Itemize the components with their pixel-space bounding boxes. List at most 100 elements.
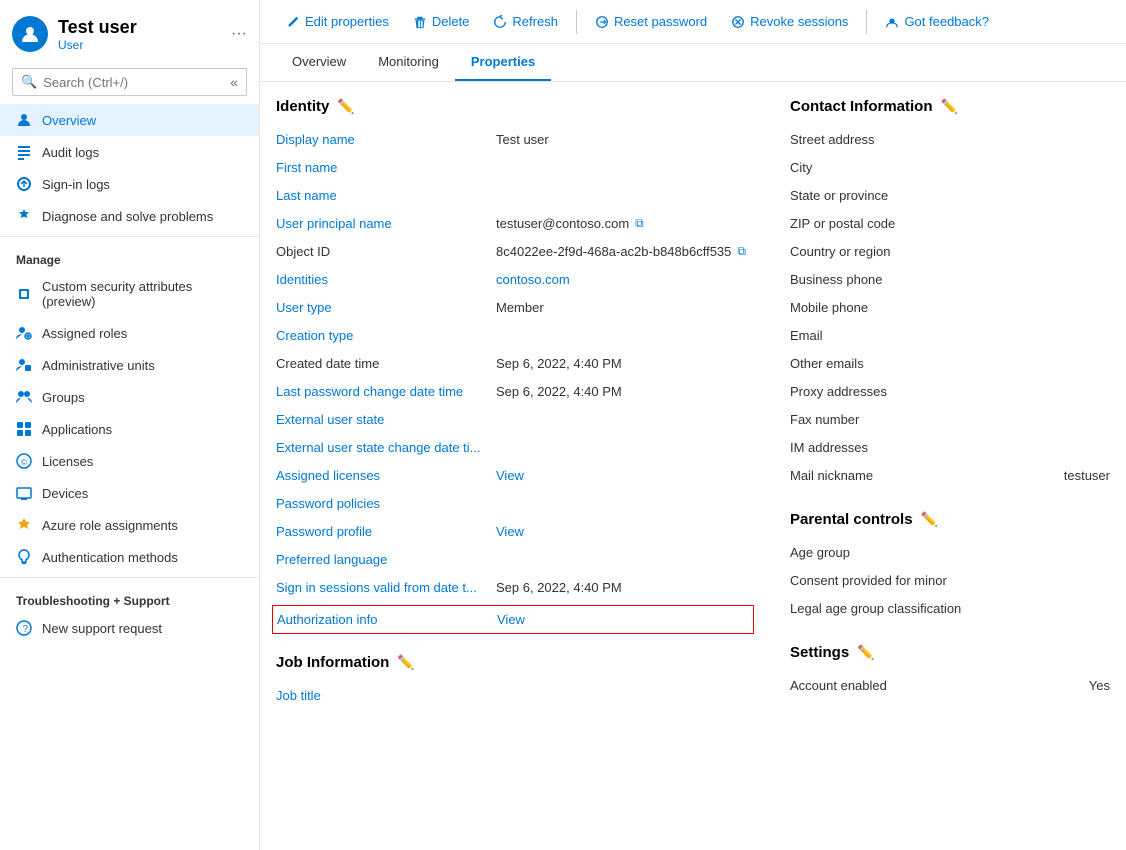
prop-value-user-type: Member [496, 300, 750, 315]
prop-preferred-lang: Preferred language [276, 547, 750, 575]
revoke-sessions-button[interactable]: Revoke sessions [721, 8, 858, 35]
tab-overview[interactable]: Overview [276, 44, 362, 81]
overview-icon [16, 112, 32, 128]
manage-section-label: Manage [0, 241, 259, 271]
prop-identities: Identities contoso.com [276, 267, 750, 295]
prop-pwd-policies: Password policies [276, 491, 750, 519]
sidebar-item-assigned-roles[interactable]: Assigned roles [0, 317, 259, 349]
parental-label-legal-age: Legal age group classification [790, 601, 1110, 616]
sidebar-item-audit-logs[interactable]: Audit logs [0, 136, 259, 168]
prop-value-identities: contoso.com [496, 272, 750, 287]
tab-monitoring[interactable]: Monitoring [362, 44, 455, 81]
avatar [12, 16, 48, 52]
copy-object-id-icon[interactable]: ⧉ [737, 244, 746, 259]
custom-security-icon [16, 286, 32, 302]
prop-label-job-title: Job title [276, 688, 496, 703]
reset-password-icon [595, 15, 609, 29]
sidebar-item-admin-units-label: Administrative units [42, 358, 155, 373]
prop-value-created-date: Sep 6, 2022, 4:40 PM [496, 356, 750, 371]
copy-upn-icon[interactable]: ⧉ [635, 216, 644, 231]
sidebar-item-licenses[interactable]: © Licenses [0, 445, 259, 477]
contact-street: Street address [790, 127, 1110, 155]
parental-controls-edit-icon[interactable]: ✏️ [921, 511, 938, 528]
prop-creation-type: Creation type [276, 323, 750, 351]
contact-label-biz-phone: Business phone [790, 272, 1110, 287]
pwd-profile-link[interactable]: View [496, 524, 524, 539]
contact-properties: Street address City State or province ZI… [790, 127, 1110, 491]
toolbar-separator-2 [866, 10, 867, 34]
sidebar-item-azure-role[interactable]: Azure role assignments [0, 509, 259, 541]
tab-properties[interactable]: Properties [455, 44, 551, 81]
job-info-edit-icon[interactable]: ✏️ [397, 654, 414, 671]
feedback-button[interactable]: Got feedback? [875, 8, 999, 35]
sidebar-item-admin-units[interactable]: Administrative units [0, 349, 259, 381]
contact-mail-nickname: Mail nickname testuser [790, 463, 1110, 491]
assigned-roles-icon [16, 325, 32, 341]
delete-button[interactable]: Delete [403, 8, 480, 35]
sidebar-item-auth-methods[interactable]: Authentication methods [0, 541, 259, 573]
sidebar-item-sign-in-logs[interactable]: Sign-in logs [0, 168, 259, 200]
contact-mobile: Mobile phone [790, 295, 1110, 323]
sidebar-item-groups-label: Groups [42, 390, 85, 405]
sidebar-item-custom-security[interactable]: Custom security attributes (preview) [0, 271, 259, 317]
authorization-info-link[interactable]: View [497, 612, 525, 627]
contact-edit-icon[interactable]: ✏️ [941, 98, 958, 115]
feedback-icon [885, 15, 899, 29]
identity-properties: Display name Test user First name Last n… [276, 127, 750, 634]
identities-link[interactable]: contoso.com [496, 272, 570, 287]
prop-value-assigned-licenses: View [496, 468, 750, 483]
toolbar: Edit properties Delete Refresh Reset pas… [260, 0, 1126, 44]
sidebar-item-devices[interactable]: Devices [0, 477, 259, 509]
prop-label-creation-type: Creation type [276, 328, 496, 343]
contact-label-mobile: Mobile phone [790, 300, 1110, 315]
edit-properties-button[interactable]: Edit properties [276, 8, 399, 35]
prop-label-created-date: Created date time [276, 356, 496, 371]
prop-label-assigned-licenses: Assigned licenses [276, 468, 496, 483]
sidebar-item-applications[interactable]: Applications [0, 413, 259, 445]
settings-account-enabled: Account enabled Yes [790, 673, 1110, 701]
content-area: Identity ✏️ Display name Test user First… [260, 82, 1126, 850]
prop-authorization-info: Authorization info View [272, 605, 754, 634]
prop-display-name: Display name Test user [276, 127, 750, 155]
prop-user-type: User type Member [276, 295, 750, 323]
contact-label-im: IM addresses [790, 440, 1110, 455]
sidebar-item-groups[interactable]: Groups [0, 381, 259, 413]
sidebar-item-assigned-roles-label: Assigned roles [42, 326, 127, 341]
applications-icon [16, 421, 32, 437]
identity-title: Identity [276, 98, 329, 115]
right-panel: Contact Information ✏️ Street address Ci… [790, 98, 1110, 834]
search-box[interactable]: 🔍 « [12, 68, 247, 96]
contact-state: State or province [790, 183, 1110, 211]
edit-icon [286, 15, 300, 29]
main-content: Edit properties Delete Refresh Reset pas… [260, 0, 1126, 850]
reset-password-button[interactable]: Reset password [585, 8, 717, 35]
prop-value-upn: testuser@contoso.com ⧉ [496, 216, 750, 231]
collapse-icon[interactable]: « [230, 74, 238, 90]
prop-first-name: First name [276, 155, 750, 183]
refresh-button[interactable]: Refresh [483, 8, 568, 35]
contact-other-emails: Other emails [790, 351, 1110, 379]
identity-edit-icon[interactable]: ✏️ [337, 98, 354, 115]
prop-label-pwd-profile: Password profile [276, 524, 496, 539]
prop-value-last-pwd-change: Sep 6, 2022, 4:40 PM [496, 384, 750, 399]
parental-legal-age: Legal age group classification [790, 596, 1110, 624]
more-options-button[interactable]: ··· [231, 25, 247, 43]
assigned-licenses-link[interactable]: View [496, 468, 524, 483]
prop-upn: User principal name testuser@contoso.com… [276, 211, 750, 239]
sidebar-item-overview[interactable]: Overview [0, 104, 259, 136]
contact-label-city: City [790, 160, 1110, 175]
troubleshoot-section-label: Troubleshooting + Support [0, 582, 259, 612]
sidebar-item-applications-label: Applications [42, 422, 112, 437]
settings-edit-icon[interactable]: ✏️ [857, 644, 874, 661]
search-icon: 🔍 [21, 74, 37, 90]
job-info-section: Job Information ✏️ Job title [276, 654, 750, 711]
sidebar-item-overview-label: Overview [42, 113, 96, 128]
prop-label-object-id: Object ID [276, 244, 496, 259]
prop-label-authorization-info: Authorization info [277, 612, 497, 627]
contact-fax: Fax number [790, 407, 1110, 435]
sidebar-item-support[interactable]: ? New support request [0, 612, 259, 644]
sidebar-item-diagnose[interactable]: Diagnose and solve problems [0, 200, 259, 232]
support-icon: ? [16, 620, 32, 636]
sidebar-item-licenses-label: Licenses [42, 454, 93, 469]
search-input[interactable] [43, 75, 224, 90]
